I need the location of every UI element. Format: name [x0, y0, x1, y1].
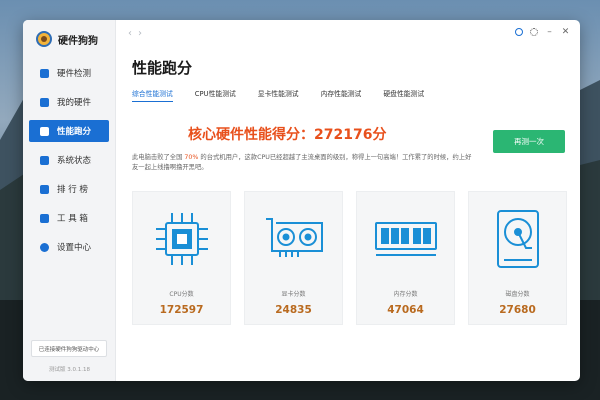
tab-gpu[interactable]: 显卡性能测试: [258, 88, 299, 102]
tab-overall[interactable]: 综合性能测试: [132, 88, 173, 102]
tab-memory[interactable]: 内存性能测试: [321, 88, 362, 102]
total-score: 核心硬件性能得分：272176分: [188, 127, 387, 143]
page-title: 性能跑分: [132, 59, 193, 77]
tab-cpu[interactable]: CPU性能测试: [195, 88, 236, 102]
sidebar-item-label: 工 具 箱: [57, 214, 88, 224]
card-value: 172597: [159, 304, 204, 316]
sidebar-item-settings[interactable]: 设置中心: [29, 236, 109, 258]
disk-score-card: 磁盘分数 27680: [468, 191, 567, 325]
desc-percent: 70%: [184, 154, 199, 161]
sidebar-item-system-status[interactable]: 系统状态: [29, 149, 109, 171]
sidebar-item-label: 设置中心: [57, 243, 92, 253]
hardware-detect-icon: [40, 68, 49, 78]
sidebar-item-ranking[interactable]: 排 行 榜: [29, 178, 109, 200]
main-content: ‹› – ✕ 性能跑分 综合性能测试 CPU性能测试 显卡性能测试 内存性能测试…: [116, 20, 580, 381]
sidebar-item-label: 系统状态: [57, 156, 92, 166]
score-cards: CPU分数 172597 显卡分数 24835 内存分数 47064 磁盘分数 …: [132, 191, 567, 325]
sidebar-item-label: 排 行 榜: [57, 185, 88, 195]
title-bar: ‹› – ✕: [116, 20, 580, 50]
sidebar-item-hardware-detect[interactable]: 硬件检测: [29, 62, 109, 84]
card-label: 磁盘分数: [505, 291, 530, 298]
close-icon[interactable]: ✕: [561, 27, 570, 37]
sidebar-item-benchmark[interactable]: 性能跑分: [29, 120, 109, 142]
tab-disk[interactable]: 硬盘性能测试: [383, 88, 424, 102]
gear-icon[interactable]: [530, 28, 538, 36]
gpu-score-card: 显卡分数 24835: [244, 191, 343, 325]
ranking-icon: [40, 184, 49, 194]
sidebar-item-toolbox[interactable]: 工 具 箱: [29, 207, 109, 229]
nav-arrows: ‹›: [128, 28, 148, 39]
window-controls: – ✕: [515, 27, 570, 37]
memory-score-card: 内存分数 47064: [356, 191, 455, 325]
retest-button[interactable]: 再测一次: [493, 130, 565, 153]
desc-text-pre: 此电脑击败了全国: [132, 154, 185, 161]
app-title: 硬件狗狗: [58, 35, 98, 47]
result-description: 此电脑击败了全国 70% 的台式机用户，这款CPU已经超越了主流桌面的级别，称得…: [132, 153, 472, 173]
benchmark-icon: [40, 126, 49, 136]
version-label: 测试版 3.0.1.18: [49, 367, 90, 373]
toolbox-icon: [40, 213, 49, 223]
user-icon[interactable]: [515, 28, 523, 36]
my-hardware-icon: [40, 97, 49, 107]
card-label: 显卡分数: [281, 291, 306, 298]
app-logo-icon: [36, 31, 52, 47]
app-window: 硬件狗狗 硬件检测 我的硬件 性能跑分 系统状态 排 行 榜 工 具 箱 设置中…: [23, 20, 580, 381]
sidebar-item-label: 硬件检测: [57, 69, 92, 79]
sidebar-item-my-hardware[interactable]: 我的硬件: [29, 91, 109, 113]
driver-center-button[interactable]: 已连接硬件狗狗驱动中心: [31, 340, 107, 357]
sidebar-item-label: 性能跑分: [57, 127, 92, 137]
card-label: CPU分数: [169, 291, 194, 298]
card-value: 24835: [275, 304, 312, 316]
back-arrow-icon[interactable]: ‹: [128, 28, 138, 39]
brand: 硬件狗狗: [23, 20, 115, 58]
cpu-score-card: CPU分数 172597: [132, 191, 231, 325]
graphics-card-icon: [265, 218, 323, 257]
forward-arrow-icon[interactable]: ›: [138, 28, 148, 39]
card-label: 内存分数: [393, 291, 418, 298]
minimize-icon[interactable]: –: [545, 27, 554, 37]
sidebar-nav: 硬件检测 我的硬件 性能跑分 系统状态 排 行 榜 工 具 箱 设置中心: [23, 62, 115, 258]
memory-module-icon: [374, 222, 437, 256]
sidebar-item-label: 我的硬件: [57, 98, 92, 108]
sidebar: 硬件狗狗 硬件检测 我的硬件 性能跑分 系统状态 排 行 榜 工 具 箱 设置中…: [23, 20, 116, 381]
card-value: 27680: [499, 304, 536, 316]
hard-disk-icon: [496, 210, 539, 268]
cpu-chip-icon: [155, 213, 208, 265]
settings-icon: [40, 242, 49, 252]
tab-bar: 综合性能测试 CPU性能测试 显卡性能测试 内存性能测试 硬盘性能测试: [132, 88, 446, 102]
system-status-icon: [40, 155, 49, 165]
card-value: 47064: [387, 304, 424, 316]
